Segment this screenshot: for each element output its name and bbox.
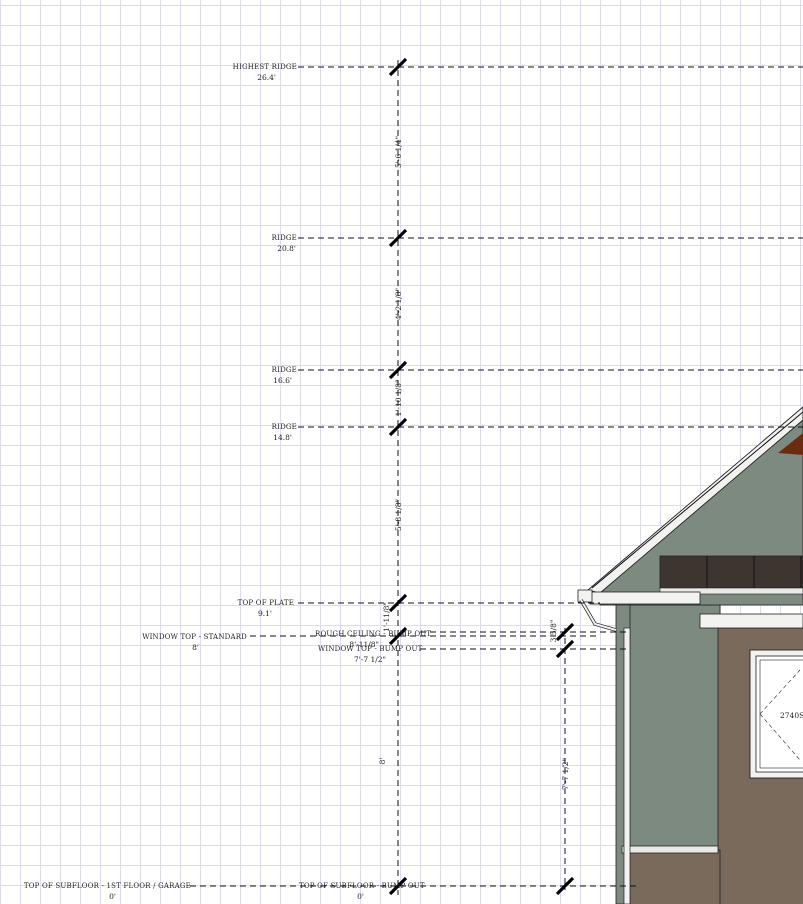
elevation-drawing: 2740S HIGHEST RIDGE 26.4' RIDGE 20.8' RI…	[24, 57, 803, 904]
dimension-text-2: 4'-2 1/8"	[394, 288, 403, 320]
dimension-text-4: 5'-8 1/8"	[394, 499, 403, 531]
level-window-top-bump-out-value: 7'-7 1/2"	[354, 655, 386, 664]
dimension-text-1: 5'-6 1/4"	[394, 136, 403, 168]
level-labels: HIGHEST RIDGE 26.4' RIDGE 20.8' RIDGE 16…	[24, 63, 431, 901]
gutter	[577, 589, 593, 603]
siding-green-wall	[629, 604, 721, 851]
level-window-top-standard-value: 8'	[192, 643, 199, 652]
level-ridge-3-value: 14.8'	[273, 433, 292, 442]
level-window-top-standard-name: WINDOW TOP - STANDARD	[142, 633, 247, 641]
level-ridge-2-name: RIDGE	[272, 366, 297, 374]
bump-out-eave	[699, 613, 803, 629]
soffit	[659, 555, 803, 589]
level-ridge-1-value: 20.8'	[277, 244, 296, 253]
level-top-of-plate-value: 9.1'	[258, 609, 272, 618]
dimension-ticks	[388, 57, 575, 896]
window-label: 2740S	[780, 711, 803, 720]
eave-fascia	[589, 591, 701, 605]
lower-wall-band	[629, 849, 721, 904]
level-ridge-3-name: RIDGE	[272, 423, 297, 431]
level-subfloor-garage-value: 0'	[109, 892, 116, 901]
house-elevation: 2740S	[577, 406, 803, 904]
level-subfloor-bump-out-value: 0'	[357, 892, 364, 901]
dimension-text-8: 7'-7 1/2"	[561, 758, 570, 790]
band-trim	[621, 845, 719, 854]
level-subfloor-bump-out-name: TOP OF SUBFLOOR - BUMP OUT	[299, 882, 425, 890]
level-highest-ridge-value: 26.4'	[257, 73, 276, 82]
level-window-top-bump-out-name: WINDOW TOP - BUMP OUT	[318, 645, 423, 653]
dimension-text-5: 1'-11/8"	[382, 602, 391, 632]
level-top-of-plate-name: TOP OF PLATE	[238, 599, 294, 607]
dimension-text-3: 1'-10 1/8"	[394, 380, 403, 417]
level-ridge-2-value: 16.6'	[273, 376, 292, 385]
level-ridge-1-name: RIDGE	[272, 234, 297, 242]
dimension-text-6: 8'	[378, 758, 387, 765]
dimension-text-7: 3 5/8"	[549, 620, 558, 643]
level-subfloor-garage-name: TOP OF SUBFLOOR - 1ST FLOOR / GARAGE	[24, 882, 191, 890]
level-rough-ceiling-name: ROUGH CEILING - BUMP OUT	[315, 630, 431, 638]
dimension-labels: 5'-6 1/4" 4'-2 1/8" 1'-10 1/8" 5'-8 1/8"…	[378, 136, 570, 790]
level-highest-ridge-name: HIGHEST RIDGE	[233, 63, 297, 71]
downspout-pipe	[623, 627, 631, 904]
